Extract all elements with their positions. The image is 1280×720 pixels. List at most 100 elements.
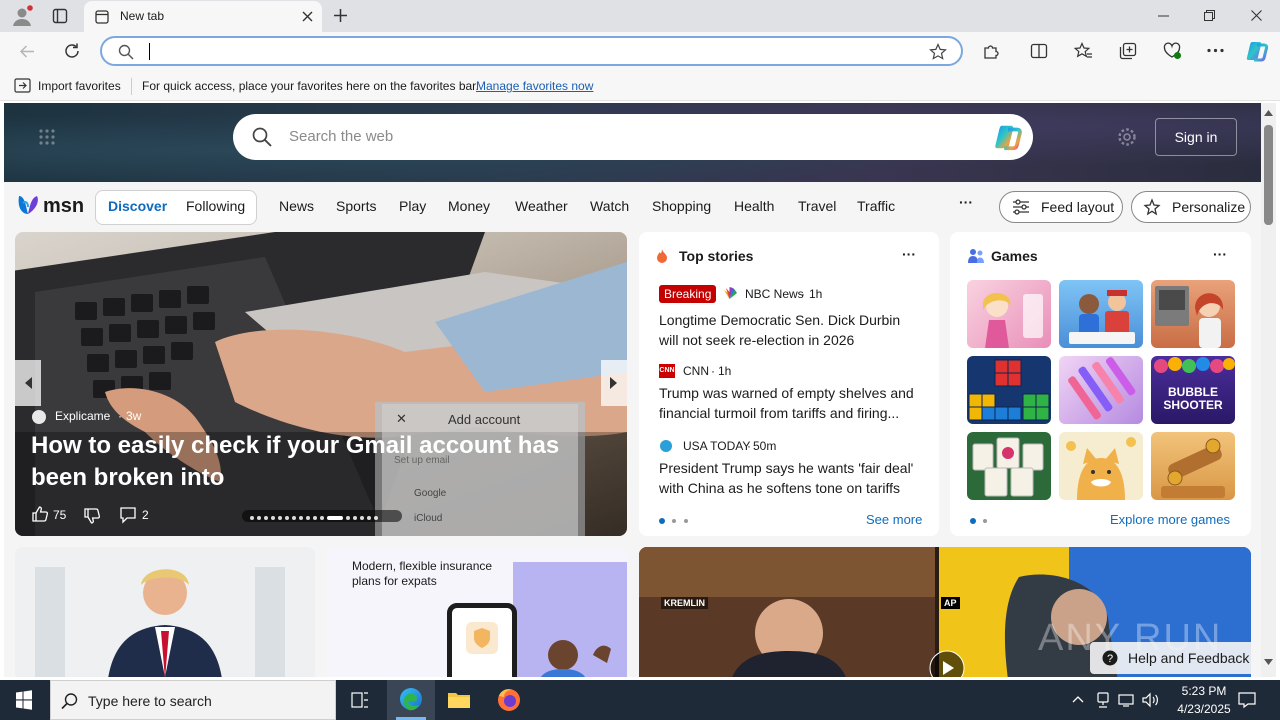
personalize-button[interactable]: Personalize (1131, 191, 1251, 223)
tab-title: New tab (120, 9, 165, 23)
start-button[interactable] (0, 680, 48, 720)
manage-favorites-link[interactable]: Manage favorites now (476, 79, 593, 93)
carousel-headline[interactable]: How to easily check if your Gmail accoun… (31, 430, 611, 494)
scrollbar-thumb[interactable] (1264, 125, 1273, 225)
insurance-ad-card[interactable]: Modern, flexible insurance plans for exp… (327, 547, 627, 677)
firefox-button[interactable] (485, 680, 533, 720)
trump-photo-card[interactable] (15, 547, 315, 677)
import-favorites-icon[interactable] (14, 78, 31, 93)
volume-icon[interactable] (1142, 692, 1160, 708)
game-tile-mahjong[interactable] (967, 432, 1051, 500)
games-pager[interactable] (970, 518, 988, 524)
story-1-title[interactable]: Longtime Democratic Sen. Dick Durbin wil… (659, 310, 921, 350)
page-settings-gear-icon[interactable] (1117, 127, 1137, 147)
favorites-icon[interactable] (1074, 42, 1093, 60)
settings-more-icon[interactable] (1207, 48, 1224, 53)
top-stories-more-button[interactable]: ··· (902, 246, 916, 262)
restore-icon[interactable] (1204, 10, 1215, 21)
nav-health[interactable]: Health (734, 198, 774, 214)
tab-actions-icon[interactable] (52, 8, 68, 24)
see-more-link[interactable]: See more (866, 512, 922, 527)
refresh-icon[interactable] (63, 42, 81, 60)
story-3-title[interactable]: President Trump says he wants 'fair deal… (659, 458, 921, 498)
carousel-prev-button[interactable] (15, 360, 41, 406)
network-icon[interactable] (1096, 692, 1110, 708)
close-tab-icon[interactable] (302, 11, 313, 22)
feed-layout-icon (1012, 199, 1030, 215)
nav-news[interactable]: News (279, 198, 314, 214)
sign-in-button[interactable]: Sign in (1155, 118, 1237, 156)
hero-carousel[interactable]: ✕ Add account Set up email Google iCloud… (15, 232, 627, 536)
like-icon[interactable] (31, 505, 49, 523)
comment-count: 2 (142, 508, 149, 522)
story-1-dot: · (801, 287, 805, 301)
nav-more-button[interactable]: ··· (959, 194, 973, 210)
copilot-icon[interactable] (1245, 39, 1269, 63)
play-video-icon[interactable] (929, 650, 965, 677)
dislike-icon[interactable] (83, 507, 101, 525)
ethernet-icon[interactable] (1118, 692, 1134, 708)
nav-traffic[interactable]: Traffic (857, 198, 895, 214)
split-screen-icon[interactable] (1030, 42, 1048, 60)
scroll-up-arrow-icon[interactable] (1264, 110, 1273, 116)
profile-icon[interactable] (11, 5, 33, 27)
tab-discover[interactable]: Discover (108, 198, 167, 214)
taskbar-time[interactable]: 5:23 PM (1172, 684, 1236, 698)
import-favorites-button[interactable]: Import favorites (38, 79, 121, 93)
nav-weather[interactable]: Weather (515, 198, 568, 214)
collections-icon[interactable] (1119, 42, 1137, 60)
page-scrollbar[interactable] (1261, 103, 1276, 677)
edge-taskbar-button[interactable] (387, 680, 435, 720)
nav-watch[interactable]: Watch (590, 198, 629, 214)
story-2-title[interactable]: Trump was warned of empty shelves and fi… (659, 383, 921, 423)
apps-grid-icon[interactable] (38, 128, 56, 146)
taskbar-search-box[interactable]: Type here to search (50, 680, 336, 720)
show-hidden-icons-chevron-icon[interactable] (1072, 695, 1084, 703)
game-tile-wood-nuts[interactable] (1151, 432, 1235, 500)
taskbar-date[interactable]: 4/23/2025 (1168, 702, 1240, 716)
file-explorer-button[interactable] (435, 680, 483, 720)
address-bar[interactable] (100, 36, 963, 66)
game-tile-cooking-girl[interactable] (1151, 280, 1235, 348)
extensions-icon[interactable] (982, 42, 1000, 60)
nav-money[interactable]: Money (448, 198, 490, 214)
nav-shopping[interactable]: Shopping (652, 198, 711, 214)
search-icon (252, 127, 272, 147)
notifications-icon[interactable] (1238, 691, 1256, 709)
game-tile-hotel-manager[interactable] (1059, 280, 1143, 348)
close-window-icon[interactable] (1251, 10, 1262, 21)
shield-icon (466, 622, 498, 654)
explore-more-games-link[interactable]: Explore more games (1110, 512, 1230, 527)
carousel-pagination[interactable] (242, 510, 402, 522)
ap-tag: AP (941, 597, 960, 609)
scroll-down-arrow-icon[interactable] (1264, 659, 1273, 665)
msn-logo-icon[interactable] (16, 193, 42, 217)
carousel-next-button[interactable] (601, 360, 627, 406)
task-view-button[interactable] (336, 680, 384, 720)
copilot-icon[interactable] (992, 122, 1024, 152)
game-tile-dress-up-girl[interactable] (967, 280, 1051, 348)
tab-new-tab[interactable]: New tab (84, 1, 322, 32)
nav-sports[interactable]: Sports (336, 198, 376, 214)
nav-play[interactable]: Play (399, 198, 426, 214)
game-tile-makeup-brushes[interactable] (1059, 356, 1143, 424)
game-tile-bubble-shooter[interactable]: BUBBLE SHOOTER (1151, 356, 1235, 424)
favorite-star-icon[interactable] (929, 43, 947, 61)
new-tab-plus-icon[interactable] (333, 8, 348, 23)
game-tile-cat-match[interactable] (1059, 432, 1143, 500)
game-tile-block-puzzle[interactable] (967, 356, 1051, 424)
help-feedback-button[interactable]: ? Help and Feedback (1090, 642, 1257, 674)
like-count: 75 (53, 508, 67, 522)
nav-travel[interactable]: Travel (798, 198, 836, 214)
help-feedback-label: Help and Feedback (1128, 650, 1250, 666)
feed-layout-button[interactable]: Feed layout (999, 191, 1123, 223)
tab-following[interactable]: Following (186, 198, 245, 214)
minimize-icon[interactable] (1158, 15, 1169, 17)
games-more-button[interactable]: ··· (1213, 246, 1227, 262)
top-stories-pager[interactable] (659, 518, 689, 524)
svg-text:?: ? (1107, 653, 1113, 665)
web-search-box[interactable]: Search the web (233, 114, 1033, 160)
comment-icon[interactable] (119, 506, 137, 524)
back-icon[interactable] (19, 43, 36, 60)
browser-essentials-icon[interactable] (1163, 42, 1182, 60)
